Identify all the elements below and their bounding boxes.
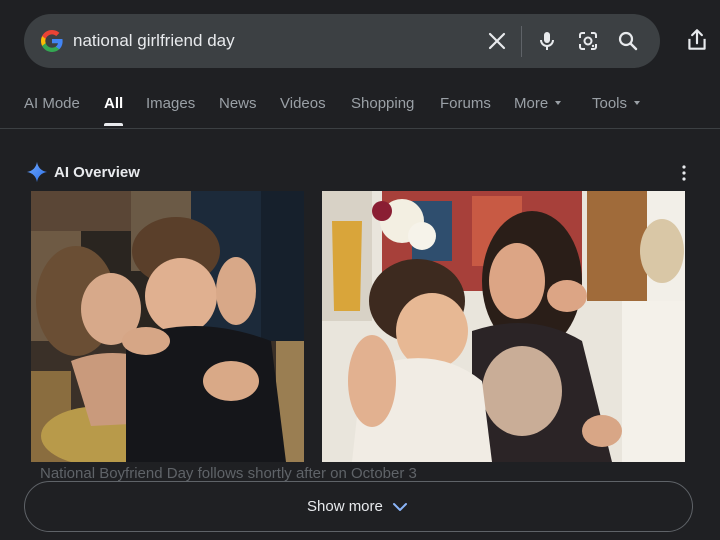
chevron-down-icon (393, 503, 407, 511)
tab-label: AI Mode (24, 95, 80, 112)
tab-label: More (514, 95, 549, 112)
clear-icon[interactable] (485, 29, 509, 53)
microphone-icon[interactable] (535, 29, 559, 53)
tab-shopping[interactable]: Shopping (351, 95, 414, 112)
chevron-down-icon (555, 101, 562, 106)
ai-sparkle-icon (26, 161, 48, 183)
search-bar[interactable]: national girlfriend day (24, 14, 660, 68)
search-icon[interactable] (616, 29, 640, 53)
tab-label: All (104, 95, 124, 112)
tab-ai-mode[interactable]: AI Mode (24, 95, 80, 112)
tab-label: Forums (440, 95, 491, 112)
search-input[interactable]: national girlfriend day (73, 31, 235, 51)
lens-icon[interactable] (576, 29, 600, 53)
share-icon[interactable] (684, 27, 710, 53)
more-options-icon[interactable] (676, 164, 692, 182)
ai-overview-title: AI Overview (54, 164, 140, 181)
tab-label: Tools (592, 95, 628, 112)
chevron-down-icon (634, 101, 641, 106)
tab-videos[interactable]: Videos (280, 95, 326, 112)
show-more-label: Show more (307, 498, 383, 515)
active-tab-indicator (104, 123, 124, 126)
tab-all[interactable]: All (104, 95, 124, 126)
tab-label: Shopping (351, 95, 415, 112)
tab-images[interactable]: Images (146, 95, 195, 112)
tab-label: News (219, 95, 257, 112)
tab-label: Images (146, 95, 196, 112)
overview-image-1[interactable] (31, 191, 304, 462)
tab-news[interactable]: News (219, 95, 257, 112)
tab-forums[interactable]: Forums (440, 95, 491, 112)
tab-tools[interactable]: Tools (592, 95, 641, 112)
google-logo-icon (41, 30, 63, 52)
overview-image-2[interactable] (322, 191, 685, 462)
search-bar-divider (521, 26, 522, 57)
show-more-button[interactable]: Show more (24, 481, 693, 532)
tab-more[interactable]: More (514, 95, 562, 112)
tab-label: Videos (280, 95, 326, 112)
search-tabs: AI Mode All Images News Videos Shopping … (0, 90, 720, 129)
